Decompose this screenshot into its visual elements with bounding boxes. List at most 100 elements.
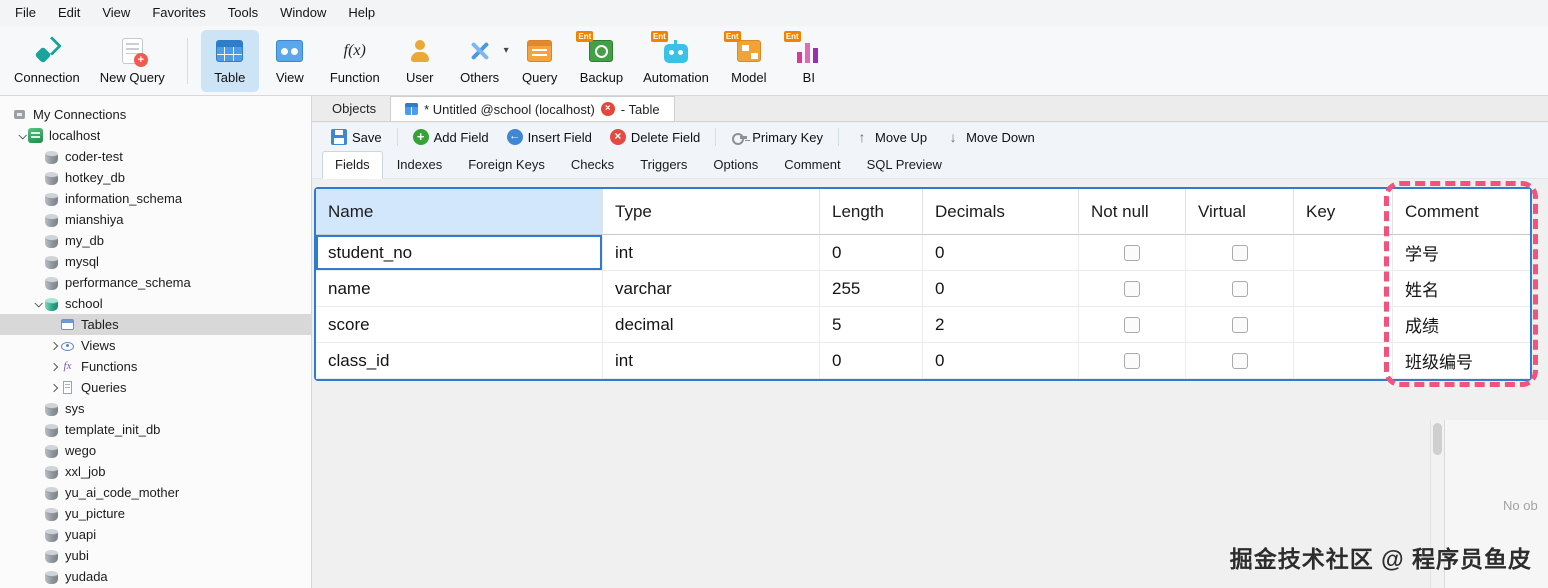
tree-item-information-schema[interactable]: information_schema (0, 188, 311, 209)
model-button[interactable]: Ent ▾ Model (720, 30, 778, 92)
tab-close-icon[interactable] (600, 102, 615, 116)
field-decimals-cell[interactable]: 0 (923, 343, 1079, 379)
table-button[interactable]: ▾ Table (200, 29, 259, 92)
field-comment-cell[interactable]: 成绩 (1393, 307, 1530, 343)
field-type-cell[interactable]: int (603, 235, 820, 271)
tree-item-yu-picture[interactable]: yu_picture (0, 503, 311, 524)
tree-chevron-box[interactable] (32, 440, 44, 461)
tab-indexes[interactable]: Indexes (385, 152, 455, 178)
tree-chevron-box[interactable] (48, 335, 60, 356)
function-button[interactable]: ▾ Function (321, 30, 389, 92)
bi-button[interactable]: Ent ▾ BI (780, 30, 838, 92)
tree-chevron-box[interactable] (48, 377, 60, 398)
tree-chevron-box[interactable] (32, 503, 44, 524)
tab-triggers[interactable]: Triggers (628, 152, 699, 178)
field-type-cell[interactable]: int (603, 343, 820, 379)
tree-chevron-box[interactable] (32, 146, 44, 167)
field-name-cell[interactable]: score (316, 307, 603, 343)
field-comment-cell[interactable]: 班级编号 (1393, 343, 1530, 379)
menu-item-help[interactable]: Help (337, 0, 386, 26)
column-header-length[interactable]: Length (820, 189, 923, 235)
tree-item-coder-test[interactable]: coder-test (0, 146, 311, 167)
not-null-checkbox[interactable] (1124, 316, 1140, 333)
tree-chevron-box[interactable] (32, 167, 44, 188)
tree-chevron-box[interactable] (32, 419, 44, 440)
tree-chevron-box[interactable] (32, 188, 44, 209)
tree-item-xxl-job[interactable]: xxl_job (0, 461, 311, 482)
field-name-cell[interactable]: student_no (316, 235, 603, 271)
move-up-button[interactable]: Move Up (845, 125, 936, 149)
tree-chevron-box[interactable] (32, 230, 44, 251)
tree-item-hotkey-db[interactable]: hotkey_db (0, 167, 311, 188)
query-button[interactable]: ▾ Query (511, 30, 569, 92)
not-null-checkbox[interactable] (1124, 244, 1140, 261)
tab-untitled-table[interactable]: * Untitled @school (localhost) - Table (390, 96, 675, 121)
tree-chevron-box[interactable] (32, 293, 44, 314)
tree-chevron-box[interactable] (48, 356, 60, 377)
others-button[interactable]: ▾ Others (451, 30, 509, 92)
tree-item-tables[interactable]: Tables (0, 314, 311, 335)
column-header-type[interactable]: Type (603, 189, 820, 235)
tree-item-template-init-db[interactable]: template_init_db (0, 419, 311, 440)
view-button[interactable]: ▾ View (261, 30, 319, 92)
tree-chevron-box[interactable] (16, 125, 28, 146)
backup-button[interactable]: Ent ▾ Backup (571, 30, 632, 92)
tree-item-functions[interactable]: Functions (0, 356, 311, 377)
virtual-checkbox[interactable] (1231, 280, 1248, 297)
field-length-cell[interactable]: 255 (820, 271, 923, 307)
field-decimals-cell[interactable]: 0 (923, 271, 1079, 307)
tree-item-school[interactable]: school (0, 293, 311, 314)
field-name-cell[interactable]: class_id (316, 343, 603, 379)
tab-comment[interactable]: Comment (772, 152, 852, 178)
column-header-not-null[interactable]: Not null (1079, 189, 1186, 235)
tree-item-mianshiya[interactable]: mianshiya (0, 209, 311, 230)
menu-item-file[interactable]: File (4, 0, 47, 26)
virtual-checkbox[interactable] (1231, 352, 1248, 369)
menu-item-view[interactable]: View (91, 0, 141, 26)
field-key-cell[interactable] (1294, 343, 1393, 379)
menu-item-window[interactable]: Window (269, 0, 337, 26)
column-header-key[interactable]: Key (1294, 189, 1393, 235)
tree-chevron-box[interactable] (32, 566, 44, 587)
tree-item-localhost[interactable]: localhost (0, 125, 311, 146)
delete-field-button[interactable]: Delete Field (601, 125, 709, 149)
tree-item-yudada[interactable]: yudada (0, 566, 311, 587)
save-button[interactable]: Save (322, 125, 391, 149)
tree-chevron-box[interactable] (32, 272, 44, 293)
not-null-checkbox[interactable] (1124, 280, 1140, 297)
tree-item-yu-ai-code-mother[interactable]: yu_ai_code_mother (0, 482, 311, 503)
column-header-virtual[interactable]: Virtual (1186, 189, 1294, 235)
field-length-cell[interactable]: 0 (820, 343, 923, 379)
tree-chevron-box[interactable] (32, 482, 44, 503)
tree-item-views[interactable]: Views (0, 335, 311, 356)
field-comment-cell[interactable]: 姓名 (1393, 271, 1530, 307)
tree-chevron-box[interactable] (0, 104, 12, 125)
tree-chevron-box[interactable] (32, 461, 44, 482)
menu-item-edit[interactable]: Edit (47, 0, 91, 26)
new-query-button[interactable]: ▾ New Query (91, 30, 174, 92)
tree-item-yubi[interactable]: yubi (0, 545, 311, 566)
field-decimals-cell[interactable]: 2 (923, 307, 1079, 343)
insert-field-button[interactable]: Insert Field (498, 125, 601, 149)
tab-checks[interactable]: Checks (559, 152, 626, 178)
menu-item-favorites[interactable]: Favorites (141, 0, 216, 26)
tree-item-mysql[interactable]: mysql (0, 251, 311, 272)
field-length-cell[interactable]: 5 (820, 307, 923, 343)
tree-item-queries[interactable]: Queries (0, 377, 311, 398)
move-down-button[interactable]: Move Down (936, 125, 1044, 149)
connection-button[interactable]: ▾ Connection (5, 30, 89, 92)
column-header-comment[interactable]: Comment (1393, 189, 1530, 235)
tab-foreign-keys[interactable]: Foreign Keys (456, 152, 557, 178)
tab-fields[interactable]: Fields (322, 151, 383, 179)
field-type-cell[interactable]: varchar (603, 271, 820, 307)
tab-options[interactable]: Options (701, 152, 770, 178)
tree-item-sys[interactable]: sys (0, 398, 311, 419)
tab-objects[interactable]: Objects (318, 96, 390, 121)
tree-chevron-box[interactable] (32, 524, 44, 545)
not-null-checkbox[interactable] (1124, 352, 1140, 369)
menu-item-tools[interactable]: Tools (217, 0, 269, 26)
add-field-button[interactable]: Add Field (404, 125, 498, 149)
field-type-cell[interactable]: decimal (603, 307, 820, 343)
field-decimals-cell[interactable]: 0 (923, 235, 1079, 271)
virtual-checkbox[interactable] (1231, 316, 1248, 333)
